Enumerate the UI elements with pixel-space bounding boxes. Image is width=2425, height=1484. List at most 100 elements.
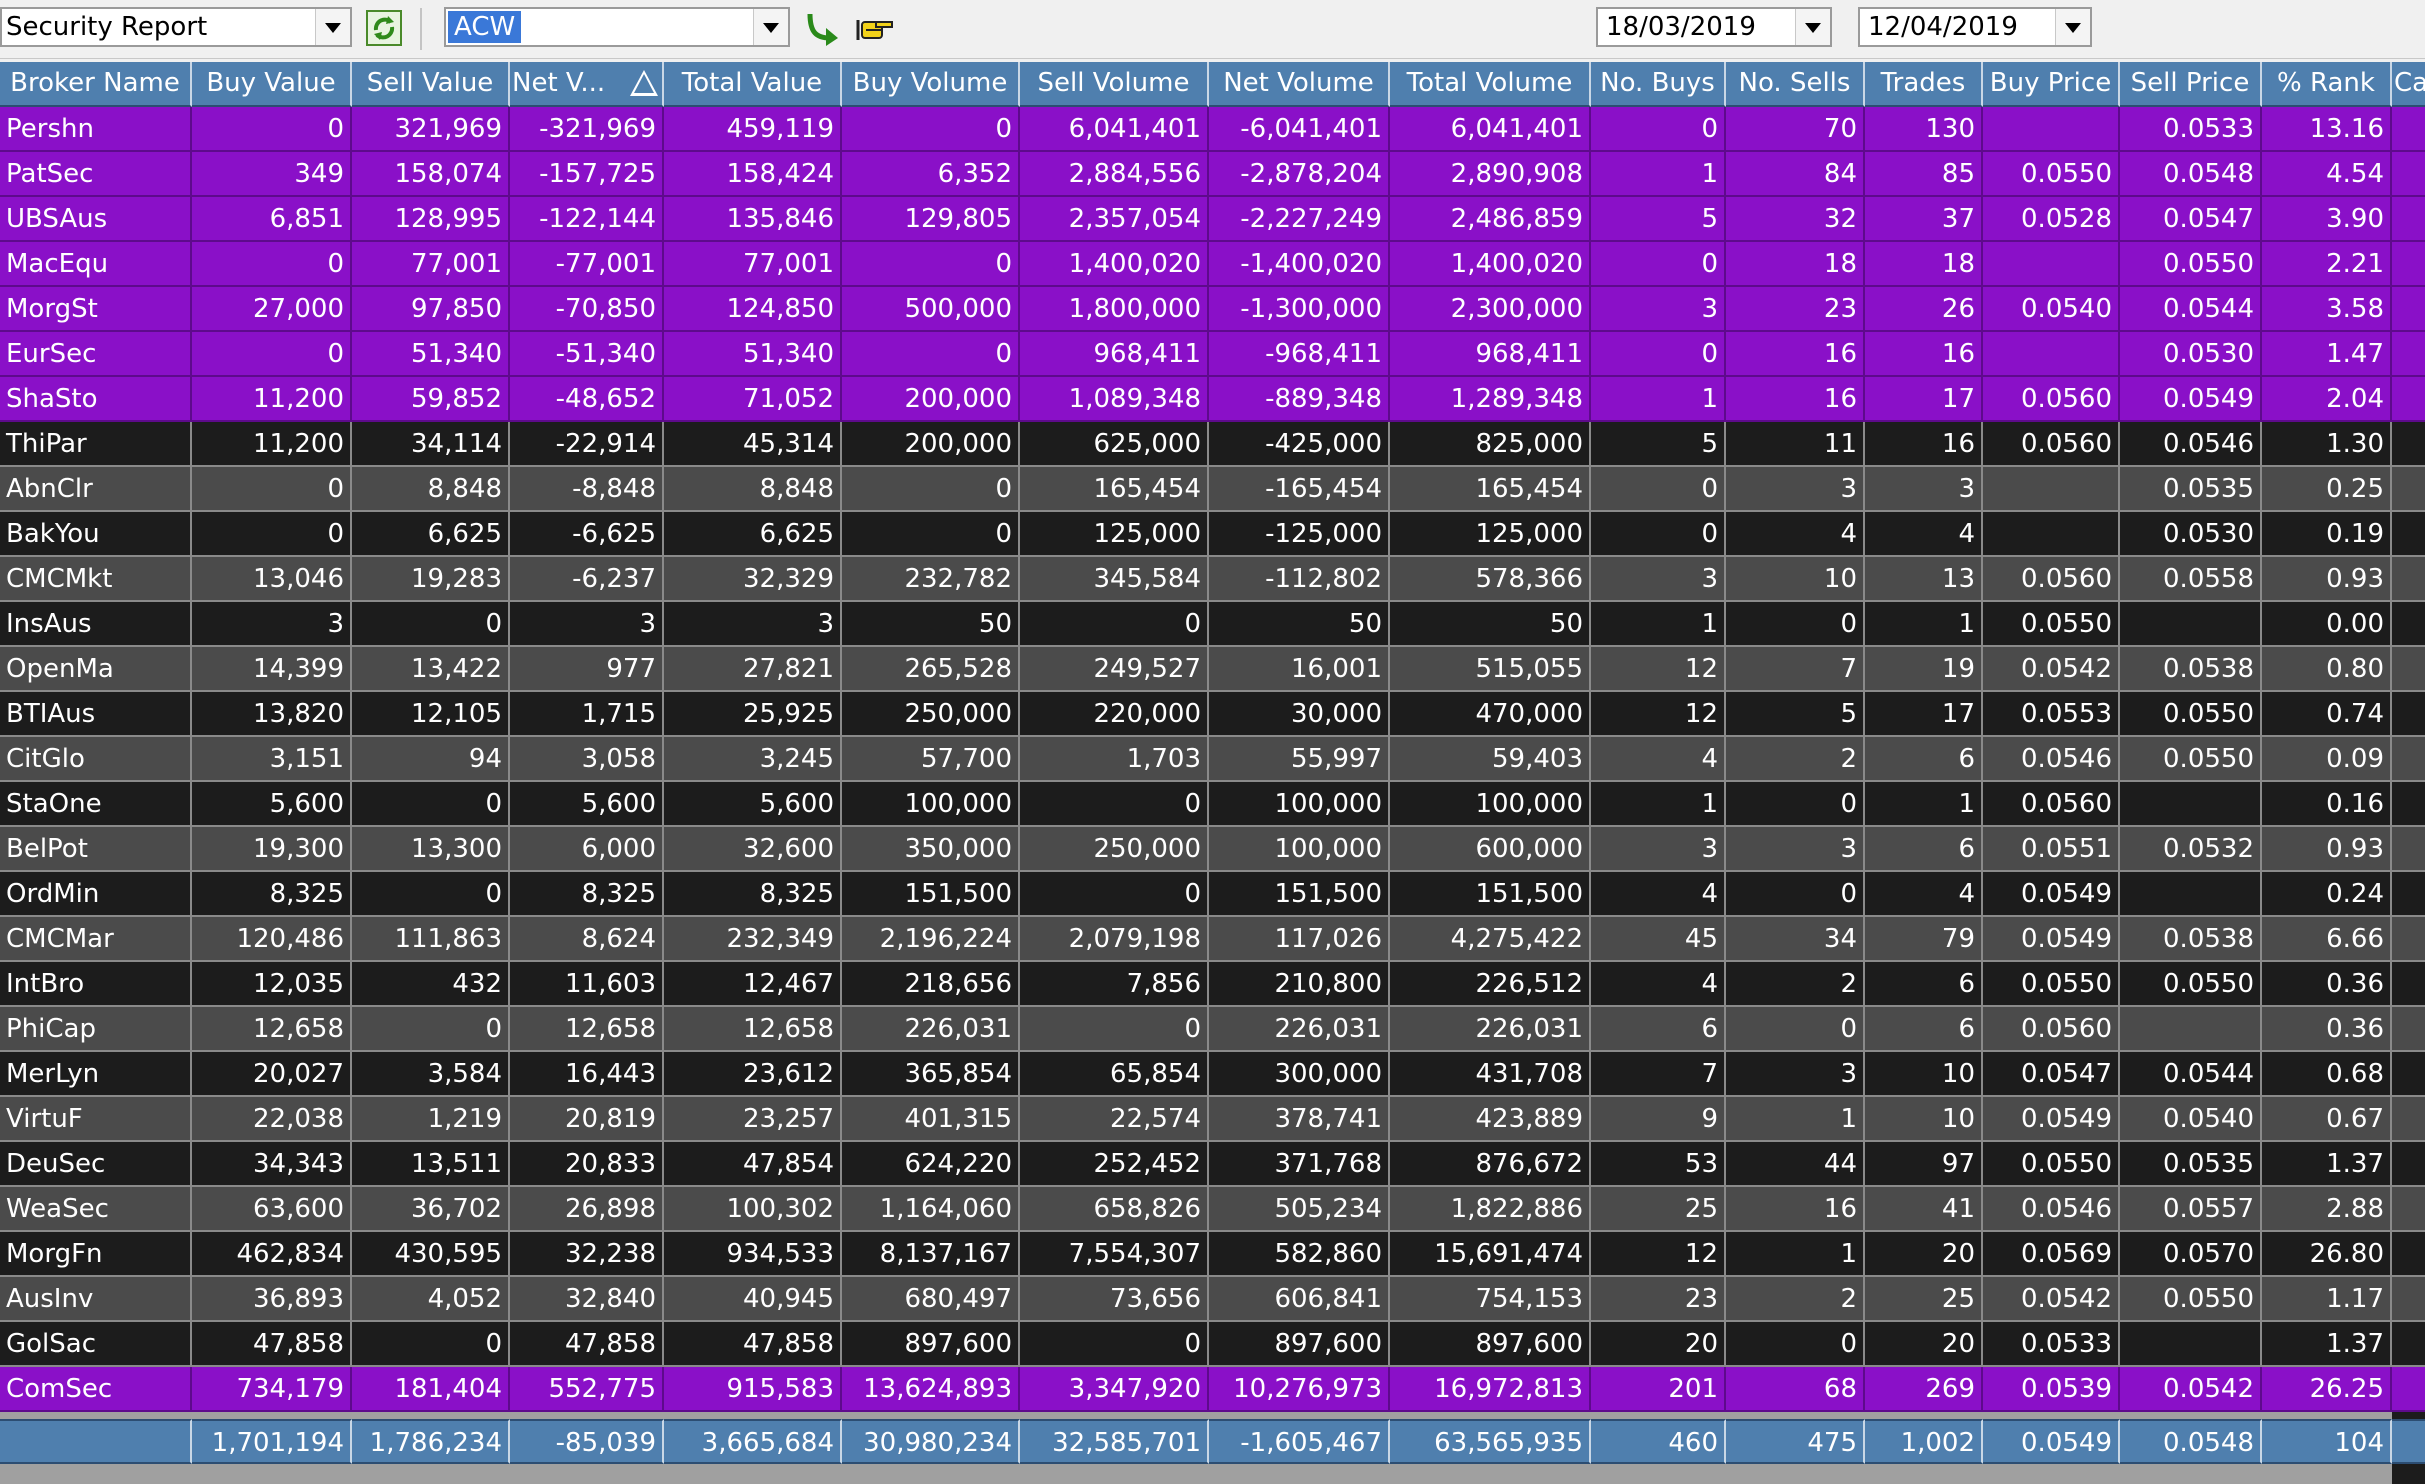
buy-value-cell: 6,851: [192, 197, 352, 242]
total-value-header[interactable]: Total Value: [664, 62, 842, 107]
table-row[interactable]: PatSec 349 158,074 -157,725 158,424 6,352 2,88…: [0, 152, 2425, 197]
table-row[interactable]: AusInv 36,893 4,052 32,840 40,945 680,497 73,6…: [0, 1277, 2425, 1322]
pointing-hand-icon[interactable]: [856, 8, 896, 48]
buy-price-cell: 0.0540: [1983, 287, 2120, 332]
table-row[interactable]: ComSec 734,179 181,404 552,775 915,583 13,624…: [0, 1367, 2425, 1412]
sell-value-cell: 59,852: [352, 377, 510, 422]
net-value-cell: -6,237: [510, 557, 664, 602]
total-volume-total: 63,565,935: [1390, 1419, 1591, 1464]
table-row[interactable]: OrdMin 8,325 0 8,325 8,325 151,500 0 151,500 151…: [0, 872, 2425, 917]
total-volume-cell: 2,890,908: [1390, 152, 1591, 197]
sell-price-cell: 0.0535: [2120, 467, 2262, 512]
sell-volume-cell: 625,000: [1020, 422, 1209, 467]
table-row[interactable]: GolSac 47,858 0 47,858 47,858 897,600 0 897,600…: [0, 1322, 2425, 1367]
table-row[interactable]: ShaSto 11,200 59,852 -48,652 71,052 200,000 1,…: [0, 377, 2425, 422]
buy-volume-header[interactable]: Buy Volume: [842, 62, 1020, 107]
chevron-down-icon[interactable]: [753, 9, 788, 45]
buy-value-header[interactable]: Buy Value: [192, 62, 352, 107]
net-volume-header[interactable]: Net Volume: [1209, 62, 1390, 107]
table-row[interactable]: CitGlo 3,151 94 3,058 3,245 57,700 1,703 55,997…: [0, 737, 2425, 782]
net-volume-cell: -165,454: [1209, 467, 1390, 512]
net-volume-cell: -425,000: [1209, 422, 1390, 467]
table-row[interactable]: CMCMar 120,486 111,863 8,624 232,349 2,196,22…: [0, 917, 2425, 962]
buy-volume-cell: 365,854: [842, 1052, 1020, 1097]
total-value-cell: 23,257: [664, 1097, 842, 1142]
ca-header[interactable]: Ca: [2392, 62, 2425, 107]
table-row[interactable]: BTIAus 13,820 12,105 1,715 25,925 250,000 220,…: [0, 692, 2425, 737]
no-buys-header[interactable]: No. Buys: [1591, 62, 1726, 107]
table-row[interactable]: MorgFn 462,834 430,595 32,238 934,533 8,137,1…: [0, 1232, 2425, 1277]
buy-price-cell: 0.0549: [1983, 872, 2120, 917]
broker-grid[interactable]: Broker Name Buy Value Sell Value Net V... To…: [0, 62, 2425, 1484]
buy-volume-cell: 151,500: [842, 872, 1020, 917]
table-row[interactable]: EurSec 0 51,340 -51,340 51,340 0 968,411 -968,4…: [0, 332, 2425, 377]
total-value-total: 3,665,684: [664, 1419, 842, 1464]
table-row[interactable]: AbnClr 0 8,848 -8,848 8,848 0 165,454 -165,454 1…: [0, 467, 2425, 512]
broker-name-header[interactable]: Broker Name: [0, 62, 192, 107]
total-volume-header[interactable]: Total Volume: [1390, 62, 1591, 107]
date-to-picker[interactable]: 12/04/2019: [1858, 7, 2092, 47]
table-row[interactable]: Pershn 0 321,969 -321,969 459,119 0 6,041,401-…: [0, 107, 2425, 152]
table-row[interactable]: VirtuF 22,038 1,219 20,819 23,257 401,315 22,5…: [0, 1097, 2425, 1142]
table-row[interactable]: DeuSec 34,343 13,511 20,833 47,854 624,220 252…: [0, 1142, 2425, 1187]
buy-price-cell: 0.0550: [1983, 1142, 2120, 1187]
chevron-down-icon[interactable]: [1795, 9, 1830, 45]
table-row[interactable]: BakYou 0 6,625 -6,625 6,625 0 125,000 -125,000 1…: [0, 512, 2425, 557]
trades-header[interactable]: Trades: [1865, 62, 1983, 107]
table-row[interactable]: MorgSt 27,000 97,850 -70,850 124,850 500,000 1…: [0, 287, 2425, 332]
buy-price-cell: 0.0560: [1983, 557, 2120, 602]
no-sells-header[interactable]: No. Sells: [1726, 62, 1865, 107]
table-row[interactable]: PhiCap 12,658 0 12,658 12,658 226,031 0 226,031…: [0, 1007, 2425, 1052]
net-volume-cell: 210,800: [1209, 962, 1390, 1007]
report-select[interactable]: Security Report: [0, 7, 352, 47]
no-buys-cell: 25: [1591, 1187, 1726, 1232]
buy-volume-cell: 0: [842, 242, 1020, 287]
table-row[interactable]: UBSAus 6,851 128,995 -122,144 135,846 129,805…: [0, 197, 2425, 242]
sell-price-cell: 0.0544: [2120, 287, 2262, 332]
table-row[interactable]: BelPot 19,300 13,300 6,000 32,600 350,000 250,…: [0, 827, 2425, 872]
sell-value-header[interactable]: Sell Value: [352, 62, 510, 107]
no-sells-cell: 0: [1726, 872, 1865, 917]
refresh-icon[interactable]: [364, 8, 404, 48]
table-row[interactable]: OpenMa 14,399 13,422 977 27,821 265,528 249,52…: [0, 647, 2425, 692]
broker-name-cell: OrdMin: [0, 872, 192, 917]
table-row[interactable]: IntBro 12,035 432 11,603 12,467 218,656 7,856 2…: [0, 962, 2425, 1007]
chevron-down-icon[interactable]: [2055, 9, 2090, 45]
table-row[interactable]: MerLyn 20,027 3,584 16,443 23,612 365,854 65,8…: [0, 1052, 2425, 1097]
pct-rank-cell: 0.68: [2262, 1052, 2392, 1097]
table-row[interactable]: InsAus 3 0 3 3 50 0 50 50 1 0 1 0.0550 0.00: [0, 602, 2425, 647]
broker-name-cell: MerLyn: [0, 1052, 192, 1097]
net-value-cell: 32,840: [510, 1277, 664, 1322]
table-row[interactable]: CMCMkt 13,046 19,283 -6,237 32,329 232,782 345…: [0, 557, 2425, 602]
buy-price-header[interactable]: Buy Price: [1983, 62, 2120, 107]
sell-price-header[interactable]: Sell Price: [2120, 62, 2262, 107]
buy-price-cell: 0.0560: [1983, 422, 2120, 467]
pct-rank-cell: 0.36: [2262, 962, 2392, 1007]
date-from-picker[interactable]: 18/03/2019: [1596, 7, 1832, 47]
no-buys-cell: 1: [1591, 602, 1726, 647]
pct-rank-header[interactable]: % Rank: [2262, 62, 2392, 107]
no-buys-cell: 9: [1591, 1097, 1726, 1142]
no-sells-cell: 4: [1726, 512, 1865, 557]
net-volume-total: -1,605,467: [1209, 1419, 1390, 1464]
sell-volume-header[interactable]: Sell Volume: [1020, 62, 1209, 107]
table-row[interactable]: WeaSec 63,600 36,702 26,898 100,302 1,164,060…: [0, 1187, 2425, 1232]
sell-price-cell: [2120, 1322, 2262, 1367]
go-arrow-icon[interactable]: [802, 8, 842, 48]
table-row[interactable]: StaOne 5,600 0 5,600 5,600 100,000 0 100,000 100…: [0, 782, 2425, 827]
buy-price-cell: 0.0528: [1983, 197, 2120, 242]
net-value-cell: 32,238: [510, 1232, 664, 1277]
table-row[interactable]: ThiPar 11,200 34,114 -22,914 45,314 200,000 62…: [0, 422, 2425, 467]
security-code-select[interactable]: ACW: [444, 7, 790, 47]
broker-name-cell: AbnClr: [0, 467, 192, 512]
buy-value-cell: 12,658: [192, 1007, 352, 1052]
total-value-cell: 158,424: [664, 152, 842, 197]
sell-value-cell: 111,863: [352, 917, 510, 962]
table-row[interactable]: MacEqu 0 77,001 -77,001 77,001 0 1,400,020 -1,4…: [0, 242, 2425, 287]
broker-name-cell: GolSac: [0, 1322, 192, 1367]
net-value-header[interactable]: Net V...: [510, 62, 664, 107]
net-value-cell: -48,652: [510, 377, 664, 422]
pct-rank-cell: 2.88: [2262, 1187, 2392, 1232]
chevron-down-icon[interactable]: [315, 9, 350, 45]
buy-value-cell: 20,027: [192, 1052, 352, 1097]
